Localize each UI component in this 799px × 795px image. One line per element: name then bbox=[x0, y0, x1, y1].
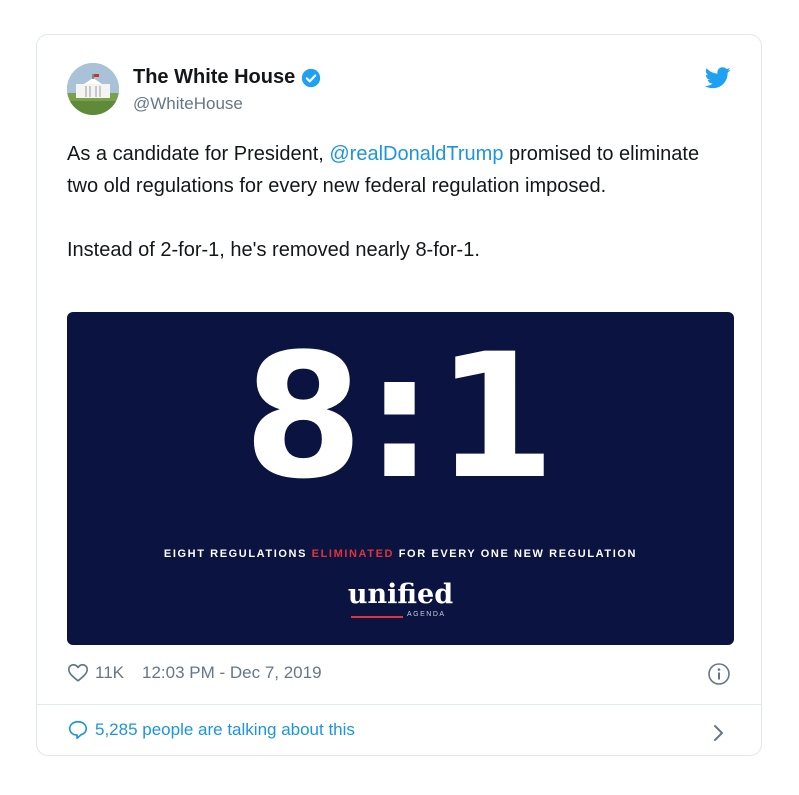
verified-badge-icon bbox=[302, 68, 321, 87]
conversation-link[interactable]: 5,285 people are talking about this bbox=[67, 719, 355, 741]
mention-link[interactable]: @realDonaldTrump bbox=[329, 143, 503, 165]
timestamp[interactable]: 12:03 PM - Dec 7, 2019 bbox=[142, 663, 322, 683]
white-house-avatar-image bbox=[67, 63, 119, 115]
tagline-start: EIGHT REGULATIONS bbox=[163, 548, 312, 560]
unified-agenda-logo: unified bbox=[347, 579, 454, 610]
tweet-paragraph-2: Instead of 2-for-1, he's removed nearly … bbox=[67, 239, 480, 261]
talking-count[interactable]: 5,285 people are talking about this bbox=[95, 720, 355, 740]
author-name-row[interactable]: The White House bbox=[133, 66, 321, 89]
chevron-right-icon[interactable] bbox=[711, 723, 727, 743]
tweet-text-part-1: As a candidate for President, bbox=[67, 143, 330, 165]
divider bbox=[37, 704, 761, 705]
speech-bubble-icon bbox=[68, 720, 88, 740]
media-tagline: EIGHT REGULATIONS ELIMINATED FOR EVERY O… bbox=[67, 548, 734, 560]
twitter-bird-icon[interactable] bbox=[705, 67, 731, 89]
author-name[interactable]: The White House bbox=[133, 66, 295, 89]
info-icon[interactable] bbox=[707, 662, 731, 686]
tweet-card: The White House @WhiteHouse As a candida… bbox=[36, 34, 762, 756]
avatar[interactable] bbox=[67, 63, 119, 115]
tweet-paragraph-1: As a candidate for President, @realDonal… bbox=[67, 138, 727, 202]
tweet-media-image[interactable]: 8:1 EIGHT REGULATIONS ELIMINATED FOR EVE… bbox=[67, 312, 734, 645]
like-count[interactable]: 11K bbox=[95, 663, 124, 683]
heart-icon[interactable] bbox=[67, 662, 89, 684]
tagline-highlight: ELIMINATED bbox=[311, 548, 395, 560]
tagline-end: FOR EVERY ONE NEW REGULATION bbox=[394, 548, 638, 560]
media-headline: 8:1 bbox=[243, 316, 558, 517]
tweet-meta: 11K 12:03 PM - Dec 7, 2019 bbox=[67, 662, 322, 684]
logo-subtitle: AGENDA bbox=[407, 611, 446, 618]
author-handle[interactable]: @WhiteHouse bbox=[133, 94, 243, 114]
logo-red-line bbox=[351, 616, 403, 618]
tweet-text: As a candidate for President, @realDonal… bbox=[67, 138, 727, 266]
